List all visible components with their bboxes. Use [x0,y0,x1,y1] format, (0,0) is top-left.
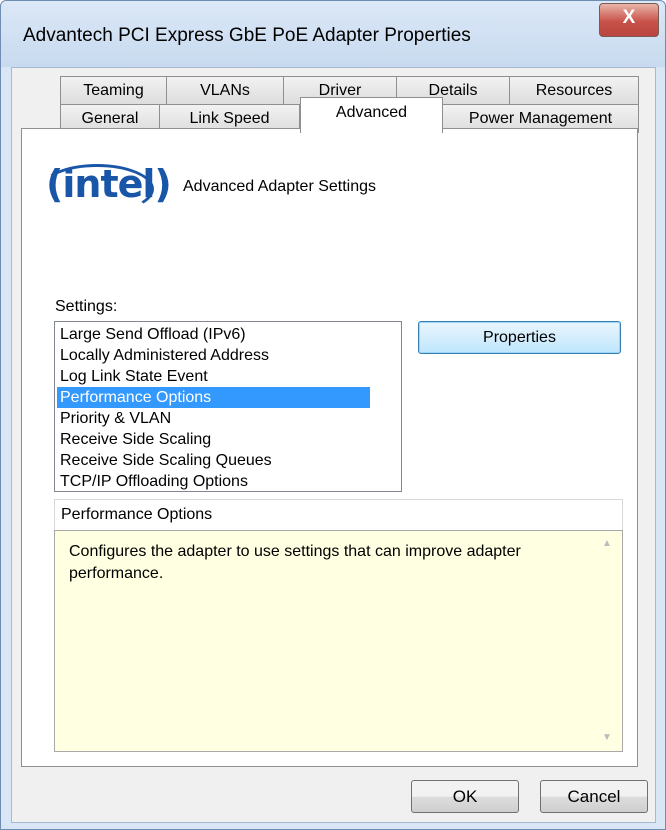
list-item[interactable]: Log Link State Event [57,366,370,387]
description-header: Performance Options [54,499,623,530]
tab-advanced[interactable]: Advanced [300,97,443,133]
list-item[interactable]: Priority & VLAN [57,408,370,429]
description-scrollbar[interactable]: ▲ ▼ [593,531,621,751]
list-item[interactable]: Receive Side Scaling [57,429,370,450]
tab-teaming[interactable]: Teaming [60,76,167,105]
close-button[interactable]: X [599,3,659,37]
tab-resources[interactable]: Resources [509,76,639,105]
close-icon: X [622,7,636,28]
list-item-selected[interactable]: Performance Options [57,387,370,408]
desc-scroll-up-arrow-icon[interactable]: ▲ [593,533,621,555]
settings-listbox[interactable]: Large Send Offload (IPv6) Locally Admini… [54,321,402,492]
description-title: Performance Options [61,506,213,523]
intel-logo: (intel) [40,162,172,214]
list-item[interactable]: TCP/IP Offloading Options [57,471,370,491]
desc-scroll-down-arrow-icon[interactable]: ▼ [593,727,621,749]
settings-label: Settings: [55,298,118,315]
title-bar[interactable]: Advantech PCI Express GbE PoE Adapter Pr… [1,1,665,67]
ok-button[interactable]: OK [411,780,519,813]
window-title: Advantech PCI Express GbE PoE Adapter Pr… [23,25,471,46]
tab-vlans[interactable]: VLANs [166,76,284,105]
cancel-button[interactable]: Cancel [540,780,648,813]
advanced-settings-heading: Advanced Adapter Settings [183,178,377,195]
list-item[interactable]: Receive Side Scaling Queues [57,450,370,471]
intel-logo-swoosh [40,164,154,214]
description-text: Configures the adapter to use settings t… [69,543,521,582]
list-item[interactable]: Large Send Offload (IPv6) [57,324,370,345]
description-box: Configures the adapter to use settings t… [54,530,623,752]
properties-button[interactable]: Properties [418,321,621,354]
list-item[interactable]: Locally Administered Address [57,345,370,366]
